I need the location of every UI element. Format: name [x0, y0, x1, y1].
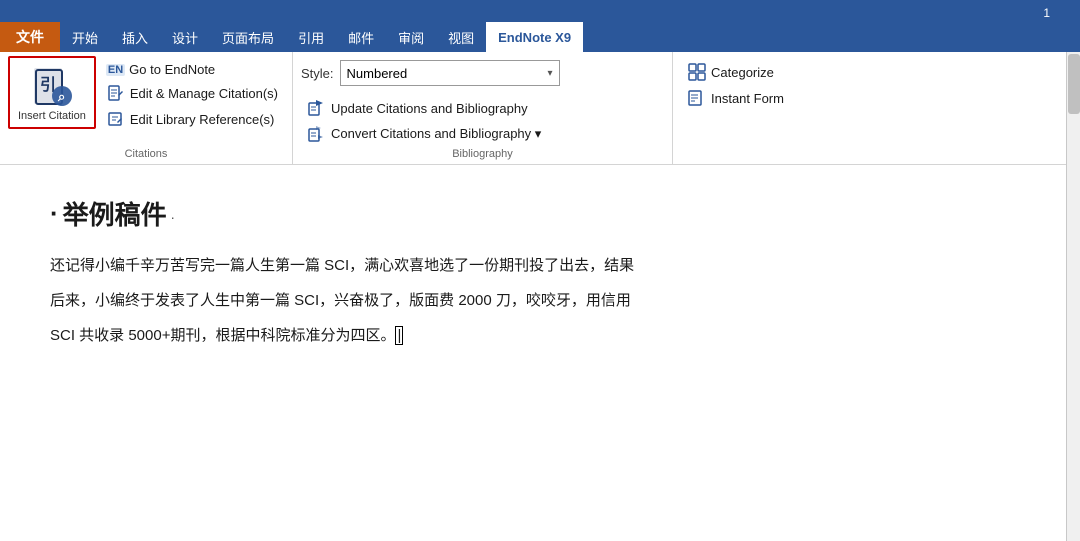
heading-bullet: · — [50, 198, 59, 229]
insert-citation-button[interactable]: 引 ⌕ Insert Citation — [8, 56, 96, 129]
right-group-label — [681, 146, 790, 164]
tab-mailings[interactable]: 邮件 — [336, 22, 386, 52]
tab-endnote[interactable]: EndNote X9 — [486, 22, 583, 52]
ribbon: 引 ⌕ Insert Citation EN Go to EndNote — [0, 52, 1080, 165]
tab-layout[interactable]: 页面布局 — [210, 22, 286, 52]
citations-group-content: 引 ⌕ Insert Citation EN Go to EndNote — [8, 56, 284, 146]
right-group-content: Categorize Instant Form — [681, 56, 790, 146]
heading-text: 举例稿件 — [63, 195, 167, 232]
paragraph-3: SCI 共收录 5000+期刊，根据中科院标准分为四区。| — [50, 322, 1030, 349]
convert-icon — [307, 124, 327, 144]
edit-library-label: Edit Library Reference(s) — [130, 112, 275, 127]
tab-review[interactable]: 审阅 — [386, 22, 436, 52]
paragraph-1: 还记得小编千辛万苦写完一篇人生第一篇 SCI，满心欢喜地选了一份期刊投了出去，结… — [50, 252, 1030, 279]
edit-manage-label: Edit & Manage Citation(s) — [130, 86, 278, 101]
text-cursor: | — [395, 326, 403, 345]
citations-group: 引 ⌕ Insert Citation EN Go to EndNote — [0, 52, 293, 164]
scrollbar-thumb[interactable] — [1068, 54, 1080, 114]
title-bar: 1 — [0, 0, 1080, 22]
tab-insert[interactable]: 插入 — [110, 22, 160, 52]
paragraph-1-text: 还记得小编千辛万苦写完一篇人生第一篇 SCI，满心欢喜地选了一份期刊投了出去，结… — [50, 257, 634, 274]
scrollbar[interactable] — [1066, 52, 1080, 541]
bib-items: Update Citations and Bibliography Conver… — [301, 94, 547, 146]
tab-references[interactable]: 引用 — [286, 22, 336, 52]
paragraph-2: 后来，小编终于发表了人生中第一篇 SCI，兴奋极了，版面费 2000 刀，咬咬牙… — [50, 287, 1030, 314]
instant-format-icon — [687, 88, 707, 108]
menu-bar: 文件 开始 插入 设计 页面布局 引用 邮件 审阅 视图 EndNote X9 — [0, 22, 1080, 52]
edit-citations-icon — [106, 83, 126, 103]
paragraph-2-text: 后来，小编终于发表了人生中第一篇 SCI，兴奋极了，版面费 2000 刀，咬咬牙… — [50, 292, 631, 309]
edit-manage-citations-button[interactable]: Edit & Manage Citation(s) — [100, 81, 284, 105]
svg-text:⌕: ⌕ — [57, 89, 65, 104]
bibliography-group-content: Style: Numbered ▾ — [301, 56, 664, 146]
heading-cursor: . — [171, 206, 175, 222]
paragraph-3-text: SCI 共收录 5000+期刊，根据中科院标准分为四区。 — [50, 327, 395, 344]
style-label: Style: — [301, 66, 334, 81]
instant-format-label: Instant Form — [711, 91, 784, 106]
edit-library-button[interactable]: Edit Library Reference(s) — [100, 107, 284, 131]
go-to-endnote-button[interactable]: EN Go to EndNote — [100, 60, 284, 79]
style-row: Style: Numbered ▾ — [301, 56, 560, 90]
document-heading: · 举例稿件 . — [50, 195, 1030, 232]
instant-format-button[interactable]: Instant Form — [681, 86, 790, 110]
document-area: · 举例稿件 . 还记得小编千辛万苦写完一篇人生第一篇 SCI，满心欢喜地选了一… — [0, 165, 1080, 377]
convert-citations-button[interactable]: Convert Citations and Bibliography ▾ — [301, 122, 547, 146]
categorize-label: Categorize — [711, 65, 774, 80]
update-citations-label: Update Citations and Bibliography — [331, 101, 528, 116]
categorize-icon — [687, 62, 707, 82]
right-group: Categorize Instant Form — [673, 52, 798, 164]
edit-library-icon — [106, 109, 126, 129]
tab-design[interactable]: 设计 — [160, 22, 210, 52]
bibliography-group: Style: Numbered ▾ — [293, 52, 673, 164]
tab-file[interactable]: 文件 — [0, 22, 60, 52]
en-badge: EN — [106, 64, 125, 76]
style-dropdown[interactable]: Numbered ▾ — [340, 60, 560, 86]
convert-citations-label: Convert Citations and Bibliography ▾ — [331, 126, 541, 142]
right-items: Categorize Instant Form — [681, 56, 790, 110]
tab-start[interactable]: 开始 — [60, 22, 110, 52]
bibliography-group-label: Bibliography — [301, 146, 664, 164]
update-icon — [307, 98, 327, 118]
update-citations-button[interactable]: Update Citations and Bibliography — [301, 96, 547, 120]
go-to-endnote-label: Go to EndNote — [129, 62, 215, 77]
tab-view[interactable]: 视图 — [436, 22, 486, 52]
citations-group-label: Citations — [8, 146, 284, 164]
style-dropdown-arrow: ▾ — [547, 68, 552, 79]
insert-citation-icon: 引 ⌕ — [28, 62, 76, 110]
categorize-button[interactable]: Categorize — [681, 60, 790, 84]
citations-items: EN Go to EndNote Edit & Manage Citation — [100, 56, 284, 131]
style-dropdown-value: Numbered — [347, 66, 408, 81]
insert-citation-label: Insert Citation — [18, 110, 86, 123]
page-number: 1 — [1043, 6, 1050, 20]
